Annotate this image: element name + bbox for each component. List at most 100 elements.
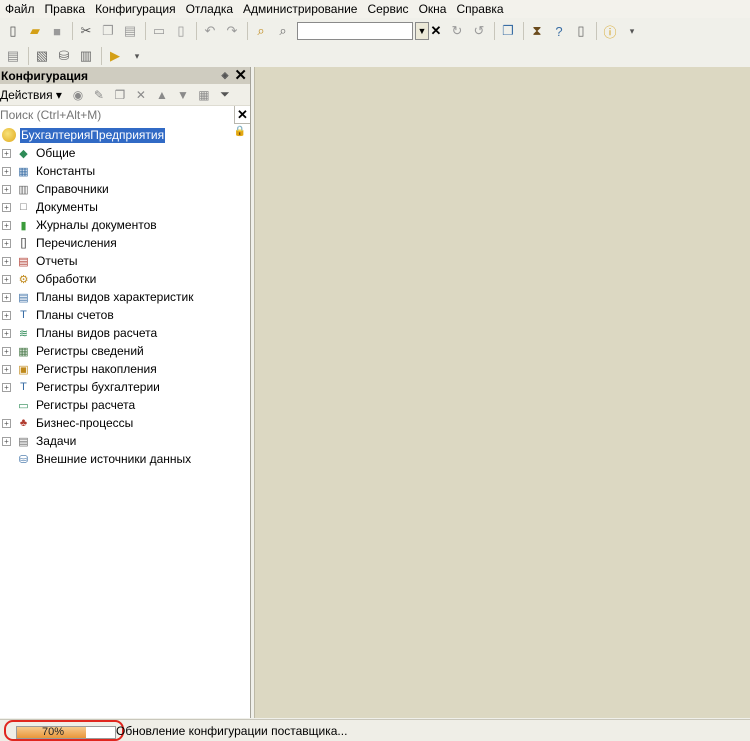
filter-icon[interactable]: ⏷	[215, 86, 235, 104]
expand-plus-icon[interactable]: +	[2, 346, 11, 356]
tree-item-label: Документы	[36, 200, 98, 214]
copy-item-icon[interactable]: ❐	[110, 86, 130, 104]
expand-plus-icon[interactable]: +	[2, 364, 11, 374]
move-down-icon[interactable]: ▼	[173, 86, 193, 104]
tree-item[interactable]: ▭ Регистры расчета	[0, 396, 250, 414]
tree-item[interactable]: + ▤ Задачи	[0, 432, 250, 450]
expand-plus-icon[interactable]: +	[2, 292, 11, 302]
tree-item[interactable]: + ▥ Справочники	[0, 180, 250, 198]
accounting-register-icon: T	[20, 381, 27, 393]
panel-search-clear-icon[interactable]: ✕	[235, 107, 250, 123]
tree-item[interactable]: + ▦ Регистры сведений	[0, 342, 250, 360]
help-book-icon[interactable]: ▯	[571, 21, 591, 41]
search-dropdown-button[interactable]: ▼	[415, 22, 429, 40]
undo-icon[interactable]: ↶	[200, 21, 220, 41]
windows-icon[interactable]: ❐	[498, 21, 518, 41]
search-clear-icon[interactable]: ✕	[429, 22, 443, 40]
menu-edit[interactable]: Правка	[45, 0, 86, 18]
expand-plus-icon[interactable]: +	[2, 220, 11, 230]
tree-item[interactable]: + ⚙ Обработки	[0, 270, 250, 288]
paste-icon[interactable]: ▤	[120, 21, 140, 41]
tree-item[interactable]: + ▤ Отчеты	[0, 252, 250, 270]
tree-item[interactable]: + ▤ Планы видов характеристик	[0, 288, 250, 306]
find-previous-icon[interactable]: ↺	[469, 21, 489, 41]
edit-form-icon[interactable]: ▧	[32, 46, 52, 66]
tree-root-label: БухгалтерияПредприятия	[20, 127, 166, 143]
print-icon[interactable]: ▭	[149, 21, 169, 41]
progress-highlight: 70%	[4, 720, 124, 741]
tree-item[interactable]: + T Регистры бухгалтерии	[0, 378, 250, 396]
search-icon[interactable]: ⌕	[273, 21, 293, 41]
tree-item[interactable]: + [] Перечисления	[0, 234, 250, 252]
tree-item[interactable]: + □ Документы	[0, 198, 250, 216]
expand-plus-icon[interactable]: +	[2, 328, 11, 338]
panel-search-input[interactable]	[0, 105, 235, 124]
tree-items: + ◆ Общие + ▦ Константы + ▥ Справочники + □ Докумен…	[0, 144, 250, 468]
expand-plus-icon[interactable]: +	[2, 436, 11, 446]
tree-item[interactable]: + ▮ Журналы документов	[0, 216, 250, 234]
database-icon[interactable]: ⛁	[54, 46, 74, 66]
expand-plus-icon[interactable]: +	[2, 202, 11, 212]
expand-plus-icon[interactable]: +	[2, 238, 11, 248]
menu-debug[interactable]: Отладка	[186, 0, 233, 18]
expand-plus-icon[interactable]: +	[2, 274, 11, 284]
menu-help[interactable]: Справка	[456, 0, 503, 18]
new-file-icon[interactable]: ▯	[3, 21, 23, 41]
expand-plus-icon[interactable]: +	[2, 382, 11, 392]
constants-icon: ▦	[18, 165, 29, 178]
module-icon[interactable]: ▤	[3, 46, 23, 66]
save-icon[interactable]: ■	[47, 21, 67, 41]
toolbar-search-input[interactable]	[297, 22, 413, 40]
move-up-icon[interactable]: ▲	[152, 86, 172, 104]
menu-administration[interactable]: Администрирование	[243, 0, 357, 18]
expand-plus-icon[interactable]: +	[2, 310, 11, 320]
toolbar-separator	[596, 22, 597, 40]
close-icon[interactable]: ✕	[234, 68, 247, 83]
toolbar-more-icon[interactable]: ▾	[622, 21, 642, 41]
menu-file[interactable]: Файл	[5, 0, 35, 18]
find-in-document-icon[interactable]: ⌕	[251, 21, 271, 41]
catalog-icon: ▥	[18, 183, 29, 196]
preview-icon[interactable]: ▯	[171, 21, 191, 41]
help-search-icon[interactable]: ?	[549, 21, 569, 41]
redo-icon[interactable]: ↷	[222, 21, 242, 41]
delete-icon[interactable]: ✕	[131, 86, 151, 104]
tree-item[interactable]: + ≋ Планы видов расчета	[0, 324, 250, 342]
compare-icon[interactable]: ▥	[76, 46, 96, 66]
menu-configuration[interactable]: Конфигурация	[95, 0, 176, 18]
expand-plus-icon[interactable]: +	[2, 256, 11, 266]
add-icon[interactable]: ◉	[68, 86, 88, 104]
tree-item[interactable]: + ♣ Бизнес-процессы	[0, 414, 250, 432]
tree-item[interactable]: + ▣ Регистры накопления	[0, 360, 250, 378]
find-next-icon[interactable]: ↻	[447, 21, 467, 41]
external-data-icon: ⛁	[18, 453, 29, 466]
main-toolbar: ▯ ▰ ■ ✂ ❐ ▤ ▭ ▯ ↶ ↷ ⌕ ⌕ ▼ ✕ ↻ ↺ ❐ ⧗ ? ▯ …	[0, 19, 750, 43]
document-icon: □	[20, 201, 27, 213]
copy-icon[interactable]: ❐	[98, 21, 118, 41]
info-icon[interactable]: ⓘ	[600, 21, 620, 41]
processing-icon: ⚙	[18, 273, 29, 286]
actions-menu-button[interactable]: Действия ▾	[0, 88, 62, 102]
expand-plus-icon[interactable]: +	[2, 418, 11, 428]
run-debug-icon[interactable]: ▶	[105, 46, 125, 66]
sort-icon[interactable]: ▦	[194, 86, 214, 104]
expand-plus-icon[interactable]: +	[2, 166, 11, 176]
open-folder-icon[interactable]: ▰	[25, 21, 45, 41]
tree-item[interactable]: ⛁ Внешние источники данных	[0, 450, 250, 468]
menu-windows[interactable]: Окна	[419, 0, 447, 18]
enum-icon: []	[20, 237, 27, 249]
hourglass-icon[interactable]: ⧗	[527, 21, 547, 41]
expand-plus-icon[interactable]: +	[2, 148, 11, 158]
edit-icon[interactable]: ✎	[89, 86, 109, 104]
tree-item[interactable]: + ◆ Общие	[0, 144, 250, 162]
panel-title: Конфигурация	[1, 68, 89, 83]
pin-icon[interactable]: ◈	[222, 70, 229, 81]
toolbar-separator	[494, 22, 495, 40]
tree-root[interactable]: БухгалтерияПредприятия 🔒	[0, 126, 250, 144]
tree-item[interactable]: + T Планы счетов	[0, 306, 250, 324]
cut-icon[interactable]: ✂	[76, 21, 96, 41]
expand-plus-icon[interactable]: +	[2, 184, 11, 194]
toolbar-more-icon[interactable]: ▾	[127, 46, 147, 66]
tree-item[interactable]: + ▦ Константы	[0, 162, 250, 180]
menu-service[interactable]: Сервис	[367, 0, 408, 18]
